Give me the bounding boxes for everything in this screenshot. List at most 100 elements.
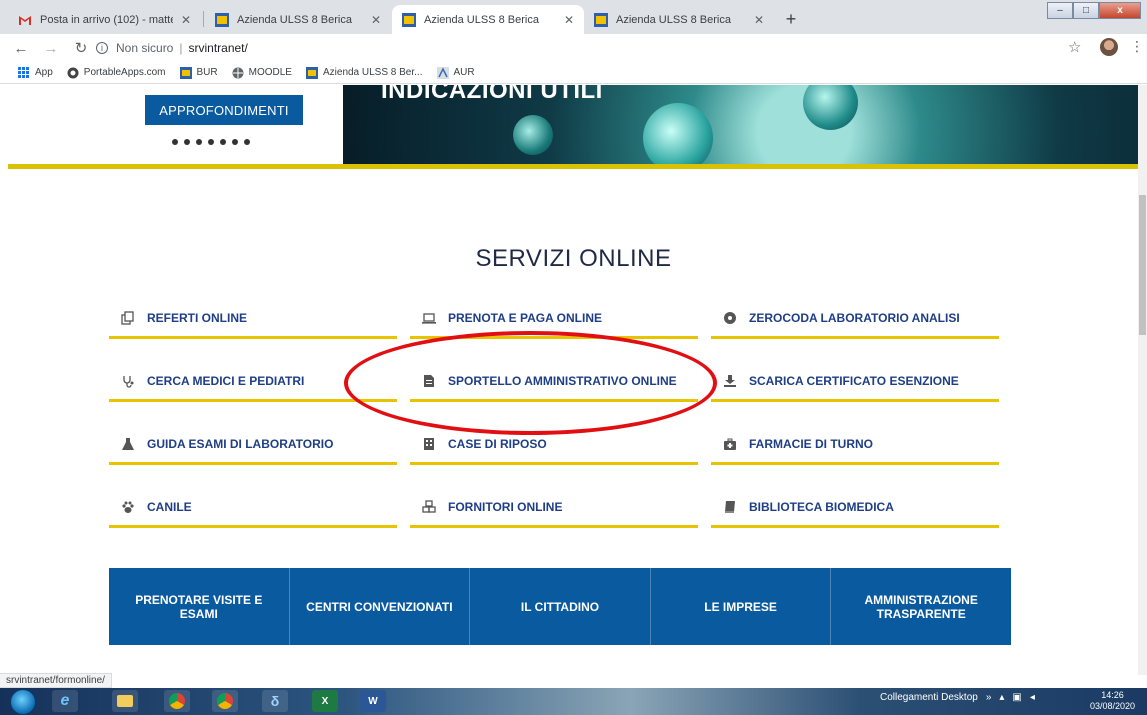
menu-kebab-icon[interactable]: ⋮ (1130, 38, 1144, 55)
profile-avatar[interactable] (1100, 38, 1118, 56)
bookmark-label: MOODLE (248, 67, 292, 78)
tab-title: Azienda ULSS 8 Berica (424, 13, 539, 26)
close-window-button[interactable]: x (1099, 2, 1141, 19)
cubes-icon (422, 499, 436, 513)
download-icon (724, 374, 736, 387)
bookmark-bur[interactable]: BUR (179, 66, 218, 79)
carousel-dot[interactable] (220, 139, 226, 145)
hero-banner-image[interactable]: INDICAZIONI UTILI (343, 85, 1138, 164)
service-scarica-certificato[interactable]: SCARICA CERTIFICATO ESENZIONE (711, 362, 999, 402)
carousel-dot[interactable] (244, 139, 250, 145)
word-icon[interactable]: W (360, 690, 386, 712)
maximize-button[interactable]: □ (1073, 2, 1099, 19)
ulss-logo-icon (402, 12, 416, 27)
service-label: REFERTI ONLINE (147, 310, 248, 325)
ulss-logo-icon (179, 66, 192, 79)
volume-icon[interactable]: ◂ (1030, 692, 1035, 703)
service-fornitori-online[interactable]: FORNITORI ONLINE (410, 488, 698, 528)
system-tray: Collegamenti Desktop » ▴ ▣ ◂ (880, 692, 1035, 703)
nav-prenotare-visite[interactable]: PRENOTARE VISITE E ESAMI (109, 568, 290, 645)
bookmark-apps[interactable]: App (18, 67, 53, 78)
window-controls: – □ x (1047, 2, 1141, 19)
carousel-dot[interactable] (172, 139, 178, 145)
tab-title: Posta in arrivo (102) - matteo.de (40, 13, 173, 26)
nav-le-imprese[interactable]: LE IMPRESE (651, 568, 832, 645)
back-arrow-icon[interactable]: ← (12, 40, 30, 57)
forward-arrow-icon[interactable]: → (42, 40, 60, 57)
internet-explorer-icon[interactable]: e (52, 690, 78, 712)
windows-start-button[interactable] (10, 689, 36, 715)
ulss-logo-icon (305, 66, 318, 79)
tab-ulss-3[interactable]: Azienda ULSS 8 Berica ✕ (584, 5, 774, 34)
carousel-dot[interactable] (208, 139, 214, 145)
windows-taskbar: e δ X W Collegamenti Desktop » ▴ ▣ ◂ 14:… (0, 688, 1147, 715)
bookmark-aur[interactable]: AUR (436, 66, 475, 79)
nav-il-cittadino[interactable]: IL CITTADINO (470, 568, 651, 645)
bookmark-label: Azienda ULSS 8 Ber... (322, 67, 423, 78)
copy-icon (121, 310, 134, 325)
minimize-button[interactable]: – (1047, 2, 1073, 19)
aur-icon (436, 66, 449, 79)
tab-ulss-active[interactable]: Azienda ULSS 8 Berica ✕ (392, 5, 584, 34)
tray-text[interactable]: Collegamenti Desktop (880, 692, 978, 703)
url-text: srvintranet/ (188, 41, 248, 55)
bookmark-label: App (35, 67, 53, 78)
address-bar[interactable]: i Non sicuro | srvintranet/ (96, 37, 1056, 59)
close-tab-icon[interactable]: ✕ (371, 13, 381, 27)
carousel-dot[interactable] (196, 139, 202, 145)
stethoscope-icon (123, 375, 134, 388)
clock-time: 14:26 (1101, 690, 1124, 700)
close-tab-icon[interactable]: ✕ (754, 13, 764, 27)
tray-up-arrow-icon[interactable]: ▴ (999, 692, 1004, 703)
carousel-dot[interactable] (184, 139, 190, 145)
browser-toolbar: ← → ↻ i Non sicuro | srvintranet/ (0, 34, 1147, 62)
chrome-icon[interactable] (164, 690, 190, 712)
excel-icon[interactable]: X (312, 690, 338, 712)
circle-icon (724, 311, 736, 324)
clock-date: 03/08/2020 (1090, 701, 1136, 711)
bookmark-ulss[interactable]: Azienda ULSS 8 Ber... (305, 66, 423, 79)
service-label: PRENOTA E PAGA ONLINE (448, 310, 603, 325)
chrome-icon[interactable] (212, 690, 238, 712)
yellow-divider (8, 164, 1138, 169)
service-canile[interactable]: CANILE (109, 488, 397, 528)
nav-amministrazione-trasparente[interactable]: AMMINISTRAZIONE TRASPARENTE (831, 568, 1011, 645)
nav-centri-convenzionati[interactable]: CENTRI CONVENZIONATI (290, 568, 471, 645)
laptop-icon (422, 312, 436, 324)
bookmark-label: PortableApps.com (83, 67, 166, 78)
tab-ulss-1[interactable]: Azienda ULSS 8 Berica ✕ (205, 5, 391, 34)
bookmark-star-icon[interactable]: ☆ (1068, 38, 1081, 56)
network-icon[interactable]: ▣ (1012, 692, 1021, 703)
service-biblioteca-biomedica[interactable]: BIBLIOTECA BIOMEDICA (711, 488, 999, 528)
taskbar-clock[interactable]: 14:26 03/08/2020 (1090, 690, 1135, 712)
info-icon[interactable]: i (96, 42, 108, 54)
delta-app-icon[interactable]: δ (262, 690, 288, 712)
ulss-logo-icon (594, 12, 608, 27)
bookmark-moodle[interactable]: MOODLE (232, 67, 292, 79)
tray-expand-icon[interactable]: » (986, 692, 992, 703)
service-zerocoda[interactable]: ZEROCODA LABORATORIO ANALISI (711, 299, 999, 339)
section-title: SERVIZI ONLINE (475, 245, 672, 272)
page-scrollbar[interactable] (1138, 85, 1147, 675)
service-farmacie-turno[interactable]: FARMACIE DI TURNO (711, 425, 999, 465)
virus-illustration (803, 85, 858, 130)
service-guida-esami[interactable]: GUIDA ESAMI DI LABORATORIO (109, 425, 397, 465)
carousel-dots (172, 139, 250, 145)
close-tab-icon[interactable]: ✕ (564, 13, 574, 27)
new-tab-button[interactable]: + (780, 9, 802, 31)
carousel-dot[interactable] (232, 139, 238, 145)
service-referti-online[interactable]: REFERTI ONLINE (109, 299, 397, 339)
service-label: BIBLIOTECA BIOMEDICA (749, 499, 894, 514)
portableapps-icon (67, 67, 79, 78)
scrollbar-thumb[interactable] (1139, 195, 1146, 335)
tab-gmail[interactable]: Posta in arrivo (102) - matteo.de ✕ (8, 5, 201, 34)
approfondimenti-button[interactable]: APPROFONDIMENTI (145, 95, 303, 125)
file-explorer-icon[interactable] (112, 690, 138, 712)
service-label: CASE DI RIPOSO (448, 436, 547, 451)
service-label: FARMACIE DI TURNO (749, 436, 873, 451)
medkit-icon (724, 438, 736, 450)
tab-title: Azienda ULSS 8 Berica (237, 13, 352, 26)
close-tab-icon[interactable]: ✕ (181, 13, 191, 27)
bookmark-portableapps[interactable]: PortableApps.com (67, 67, 166, 79)
reload-icon[interactable]: ↻ (72, 39, 90, 57)
